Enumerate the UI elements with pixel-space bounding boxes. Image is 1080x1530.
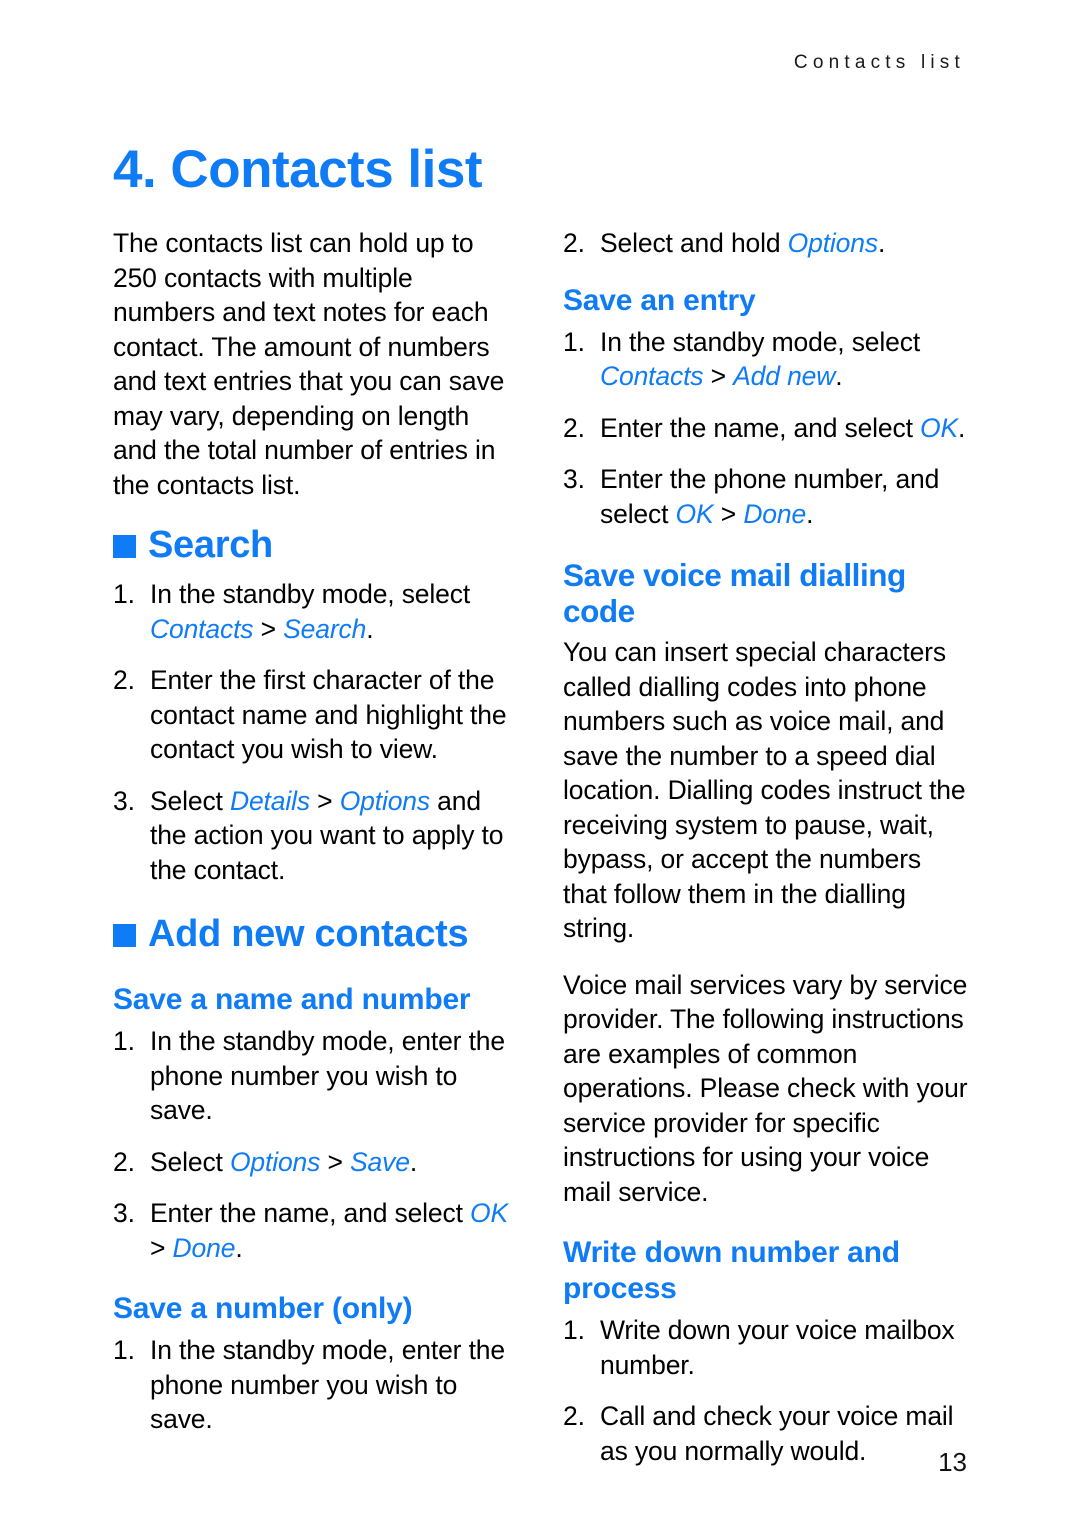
list-item-number: 1.: [563, 1315, 585, 1345]
square-bullet-icon: [113, 924, 136, 947]
list-item-number: 3.: [113, 785, 135, 816]
list-item-text: .: [958, 412, 966, 443]
sub-heading-save-voice-mail-dialling-code: Save voice mail dialling code: [563, 557, 906, 629]
ui-term: OK: [920, 412, 959, 443]
list-item-text: .: [877, 228, 886, 258]
list-item: 1. Write down your voice mailbox number.: [563, 1313, 968, 1382]
list-item: 1. In the standby mode, enter the phone n…: [113, 1024, 518, 1128]
right-column: 2. Select and hold Options. Save an entry…: [563, 226, 968, 1468]
list-item-number: 2.: [563, 412, 585, 443]
list-item-number: 1.: [113, 1335, 135, 1365]
path-separator: >: [150, 1232, 173, 1263]
list-item-number: 1.: [563, 326, 585, 357]
list-item-text: .: [366, 613, 374, 644]
section-heading-label: Add new contacts: [148, 913, 469, 955]
list-item-text: Enter the name, and select: [600, 412, 921, 443]
path-separator: >: [253, 613, 284, 644]
list-item: 2. Select Options > Save.: [113, 1145, 518, 1180]
ui-term: Add new: [733, 361, 836, 391]
voice-mail-paragraph-1: You can insert special characters called…: [563, 637, 966, 943]
list-item-number: 1.: [113, 1026, 135, 1056]
list-item-text: Call and check your voice mail as you no…: [600, 1401, 954, 1466]
voice-mail-paragraph-2: Voice mail services vary by service prov…: [563, 969, 968, 1207]
ui-term: Contacts: [150, 613, 254, 644]
list-item: 3. Enter the phone number, and select OK …: [563, 462, 968, 531]
list-item: 1. In the standby mode, select Contacts >…: [563, 325, 968, 394]
list-item-number: 2.: [113, 665, 135, 695]
list-item-text: Select: [150, 785, 230, 816]
sub-heading-save-a-name-and-number: Save a name and number: [113, 983, 471, 1016]
list-item: 2. Enter the name, and select OK.: [563, 411, 968, 446]
section-heading-label: Search: [148, 524, 273, 566]
list-item-text: .: [835, 361, 843, 391]
list-item: 1. In the standby mode, select Contacts >…: [113, 577, 518, 646]
list-item-text: .: [806, 498, 814, 529]
document-page: Contacts list 4. Contacts list The conta…: [0, 0, 1080, 1530]
ui-term: OK: [470, 1198, 509, 1228]
list-item: 1. In the standby mode, enter the phone n…: [113, 1333, 518, 1437]
list-item: 3. Select Details > Options and the actio…: [113, 784, 518, 888]
left-column: The contacts list can hold up to 250 con…: [113, 226, 518, 1437]
ui-term: Contacts: [600, 361, 704, 391]
section-heading-search: Search: [113, 524, 518, 567]
list-item-text: In the standby mode, select: [150, 579, 471, 609]
sub-heading-save-a-number-only: Save a number (only): [113, 1292, 413, 1325]
path-separator: >: [309, 785, 340, 816]
section-heading-add-new-contacts: Add new contacts: [113, 913, 518, 956]
save-number-only-steps-list: 1. In the standby mode, enter the phone n…: [113, 1333, 518, 1437]
ui-term: Search: [283, 613, 367, 644]
list-item-text: .: [235, 1232, 243, 1263]
list-item: 2. Select and hold Options.: [563, 226, 968, 261]
list-item-number: 2.: [563, 228, 585, 258]
ui-term: Options: [339, 785, 430, 816]
ui-term: Done: [743, 498, 807, 529]
page-number: 13: [938, 1447, 967, 1477]
list-item-text: Enter the first character of the contact…: [150, 665, 507, 764]
ui-term: Options: [229, 1146, 321, 1177]
search-steps-list: 1. In the standby mode, select Contacts >…: [113, 577, 518, 887]
path-separator: >: [320, 1146, 351, 1177]
running-header: Contacts list: [793, 52, 965, 73]
list-item-number: 3.: [563, 464, 585, 494]
list-item: 3. Enter the name, and select OK > Done.: [113, 1196, 518, 1265]
continued-step-list: 2. Select and hold Options.: [563, 226, 968, 261]
intro-paragraph: The contacts list can hold up to 250 con…: [113, 228, 505, 500]
square-bullet-icon: [113, 535, 136, 558]
list-item: 2. Enter the first character of the conta…: [113, 663, 518, 767]
list-item-number: 1.: [113, 579, 135, 609]
list-item-number: 2.: [113, 1146, 135, 1177]
list-item-number: 3.: [113, 1198, 135, 1228]
ui-term: Details: [229, 785, 310, 816]
list-item-number: 2.: [563, 1401, 585, 1431]
list-item-text: Select: [150, 1146, 230, 1177]
list-item-text: Write down your voice mailbox number.: [600, 1315, 955, 1380]
sub-heading-write-down-number-and-process: Write down number and process: [563, 1236, 900, 1305]
save-name-number-steps-list: 1. In the standby mode, enter the phone n…: [113, 1024, 518, 1265]
save-an-entry-steps-list: 1. In the standby mode, select Contacts >…: [563, 325, 968, 532]
ui-term: OK: [675, 498, 714, 529]
sub-heading-save-an-entry: Save an entry: [563, 283, 756, 317]
path-separator: >: [703, 361, 734, 391]
list-item-text: Enter the name, and select: [150, 1198, 471, 1228]
write-down-number-steps-list: 1. Write down your voice mailbox number. 2…: [563, 1313, 968, 1468]
list-item-text: Select and hold: [600, 228, 788, 258]
list-item-text: In the standby mode, enter the phone num…: [150, 1335, 505, 1434]
list-item-text: In the standby mode, enter the phone num…: [150, 1026, 505, 1125]
list-item: 2. Call and check your voice mail as you …: [563, 1399, 968, 1468]
path-separator: >: [713, 498, 744, 529]
list-item-text: In the standby mode, select: [600, 326, 921, 357]
page-title: 4. Contacts list: [113, 139, 482, 199]
ui-term: Done: [172, 1232, 236, 1263]
ui-term: Options: [787, 228, 878, 258]
list-item-text: .: [409, 1146, 418, 1177]
body-columns: The contacts list can hold up to 250 con…: [113, 226, 968, 1466]
ui-term: Save: [350, 1146, 410, 1177]
